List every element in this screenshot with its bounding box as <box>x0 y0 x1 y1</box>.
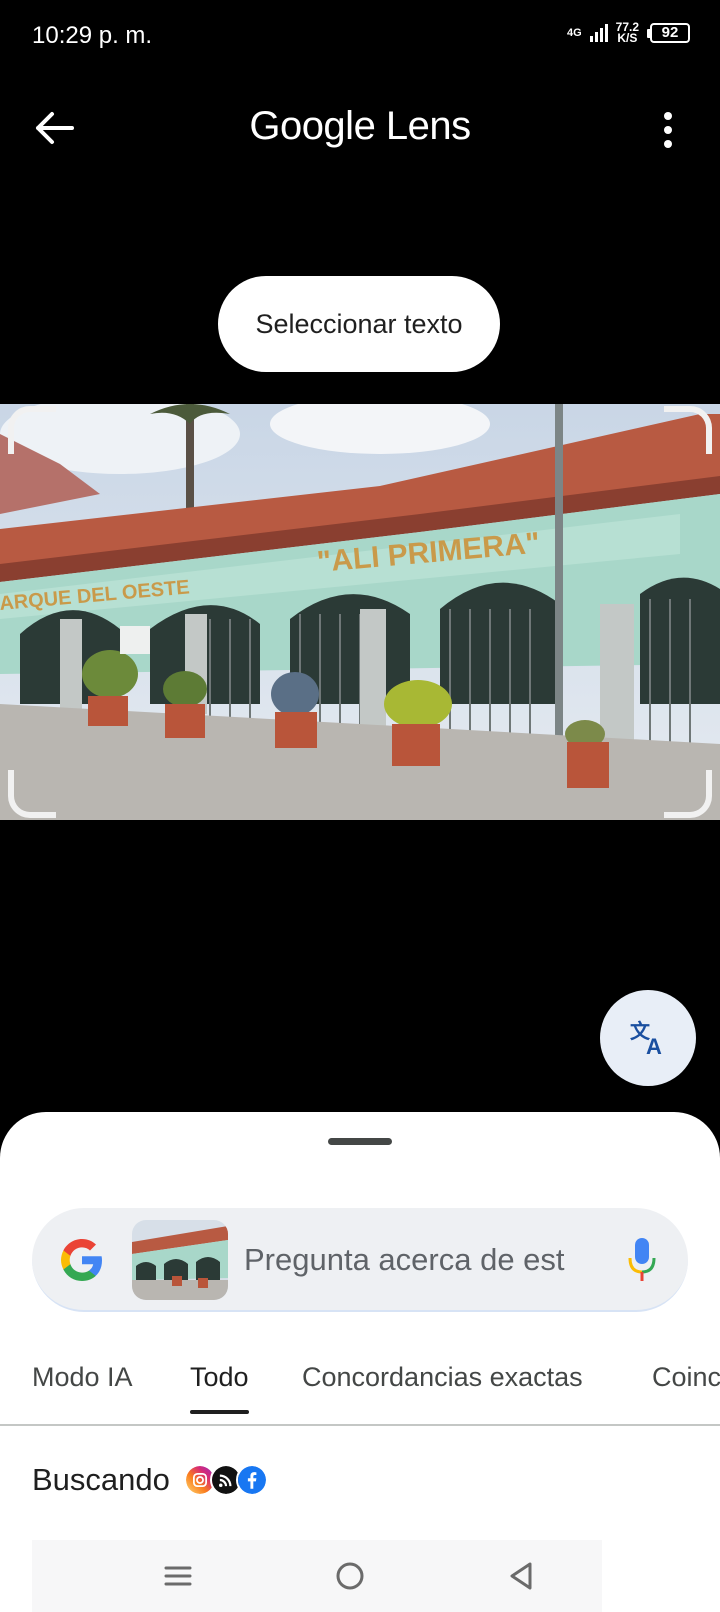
status-bar: 10:29 p. m. 4G 77.2 K/S 92 <box>0 0 720 72</box>
search-input[interactable] <box>244 1208 584 1312</box>
tabs-divider <box>0 1424 720 1426</box>
google-g-icon <box>61 1239 102 1281</box>
page-title: Google Lens <box>249 104 471 148</box>
battery-level: 92 <box>650 23 690 43</box>
tab-todo[interactable]: Todo <box>190 1362 249 1414</box>
svg-text:A: A <box>646 1034 662 1058</box>
tab-concordancias-exactas[interactable]: Concordancias exactas <box>302 1362 583 1414</box>
facebook-icon <box>235 1464 268 1496</box>
translate-icon: 文 A <box>630 1019 662 1058</box>
searching-status: Buscando <box>32 1462 268 1498</box>
more-options-button[interactable] <box>660 110 676 150</box>
system-nav-bar <box>32 1540 602 1612</box>
search-bar <box>32 1208 688 1312</box>
crop-corner-top-right[interactable] <box>664 406 712 454</box>
app-bar: Google Lens <box>0 90 720 166</box>
tab-label: Modo IA <box>32 1362 133 1392</box>
source-icons <box>183 1464 268 1496</box>
translate-button[interactable]: 文 A <box>600 990 696 1086</box>
tab-label: Coinc <box>652 1362 720 1392</box>
recents-icon[interactable] <box>160 1558 196 1594</box>
tab-coincidencias[interactable]: Coinc <box>652 1362 720 1414</box>
tab-modo-ia[interactable]: Modo IA <box>32 1362 133 1414</box>
drag-handle[interactable] <box>328 1138 392 1145</box>
mic-icon[interactable] <box>626 1236 658 1284</box>
home-icon[interactable] <box>332 1558 368 1594</box>
active-tab-indicator <box>190 1410 249 1414</box>
network-speed: 77.2 K/S <box>616 21 639 45</box>
query-image-thumbnail[interactable] <box>132 1220 228 1300</box>
status-time: 10:29 p. m. <box>32 22 153 49</box>
status-indicators: 4G 77.2 K/S 92 <box>566 21 690 45</box>
tab-label: Todo <box>190 1362 249 1392</box>
searching-label: Buscando <box>32 1462 170 1497</box>
crop-corner-bottom-right[interactable] <box>664 770 712 818</box>
lens-photo[interactable]: ARQUE DEL OESTE "ALI PRIMERA" <box>0 404 720 820</box>
park-entrance-image: ARQUE DEL OESTE "ALI PRIMERA" <box>0 404 720 820</box>
results-tabs: Modo IA Todo Concordancias exactas Coinc <box>0 1362 720 1414</box>
more-vert-icon <box>664 112 672 148</box>
back-triangle-icon[interactable] <box>504 1558 540 1594</box>
network-type: 4G <box>566 26 582 39</box>
select-text-button[interactable]: Seleccionar texto <box>218 276 500 372</box>
signal-icon <box>589 24 608 42</box>
speed-unit: K/S <box>617 31 638 45</box>
battery-icon: 92 <box>647 23 690 43</box>
tab-label: Concordancias exactas <box>302 1362 583 1392</box>
crop-corner-bottom-left[interactable] <box>8 770 56 818</box>
crop-corner-top-left[interactable] <box>8 406 56 454</box>
